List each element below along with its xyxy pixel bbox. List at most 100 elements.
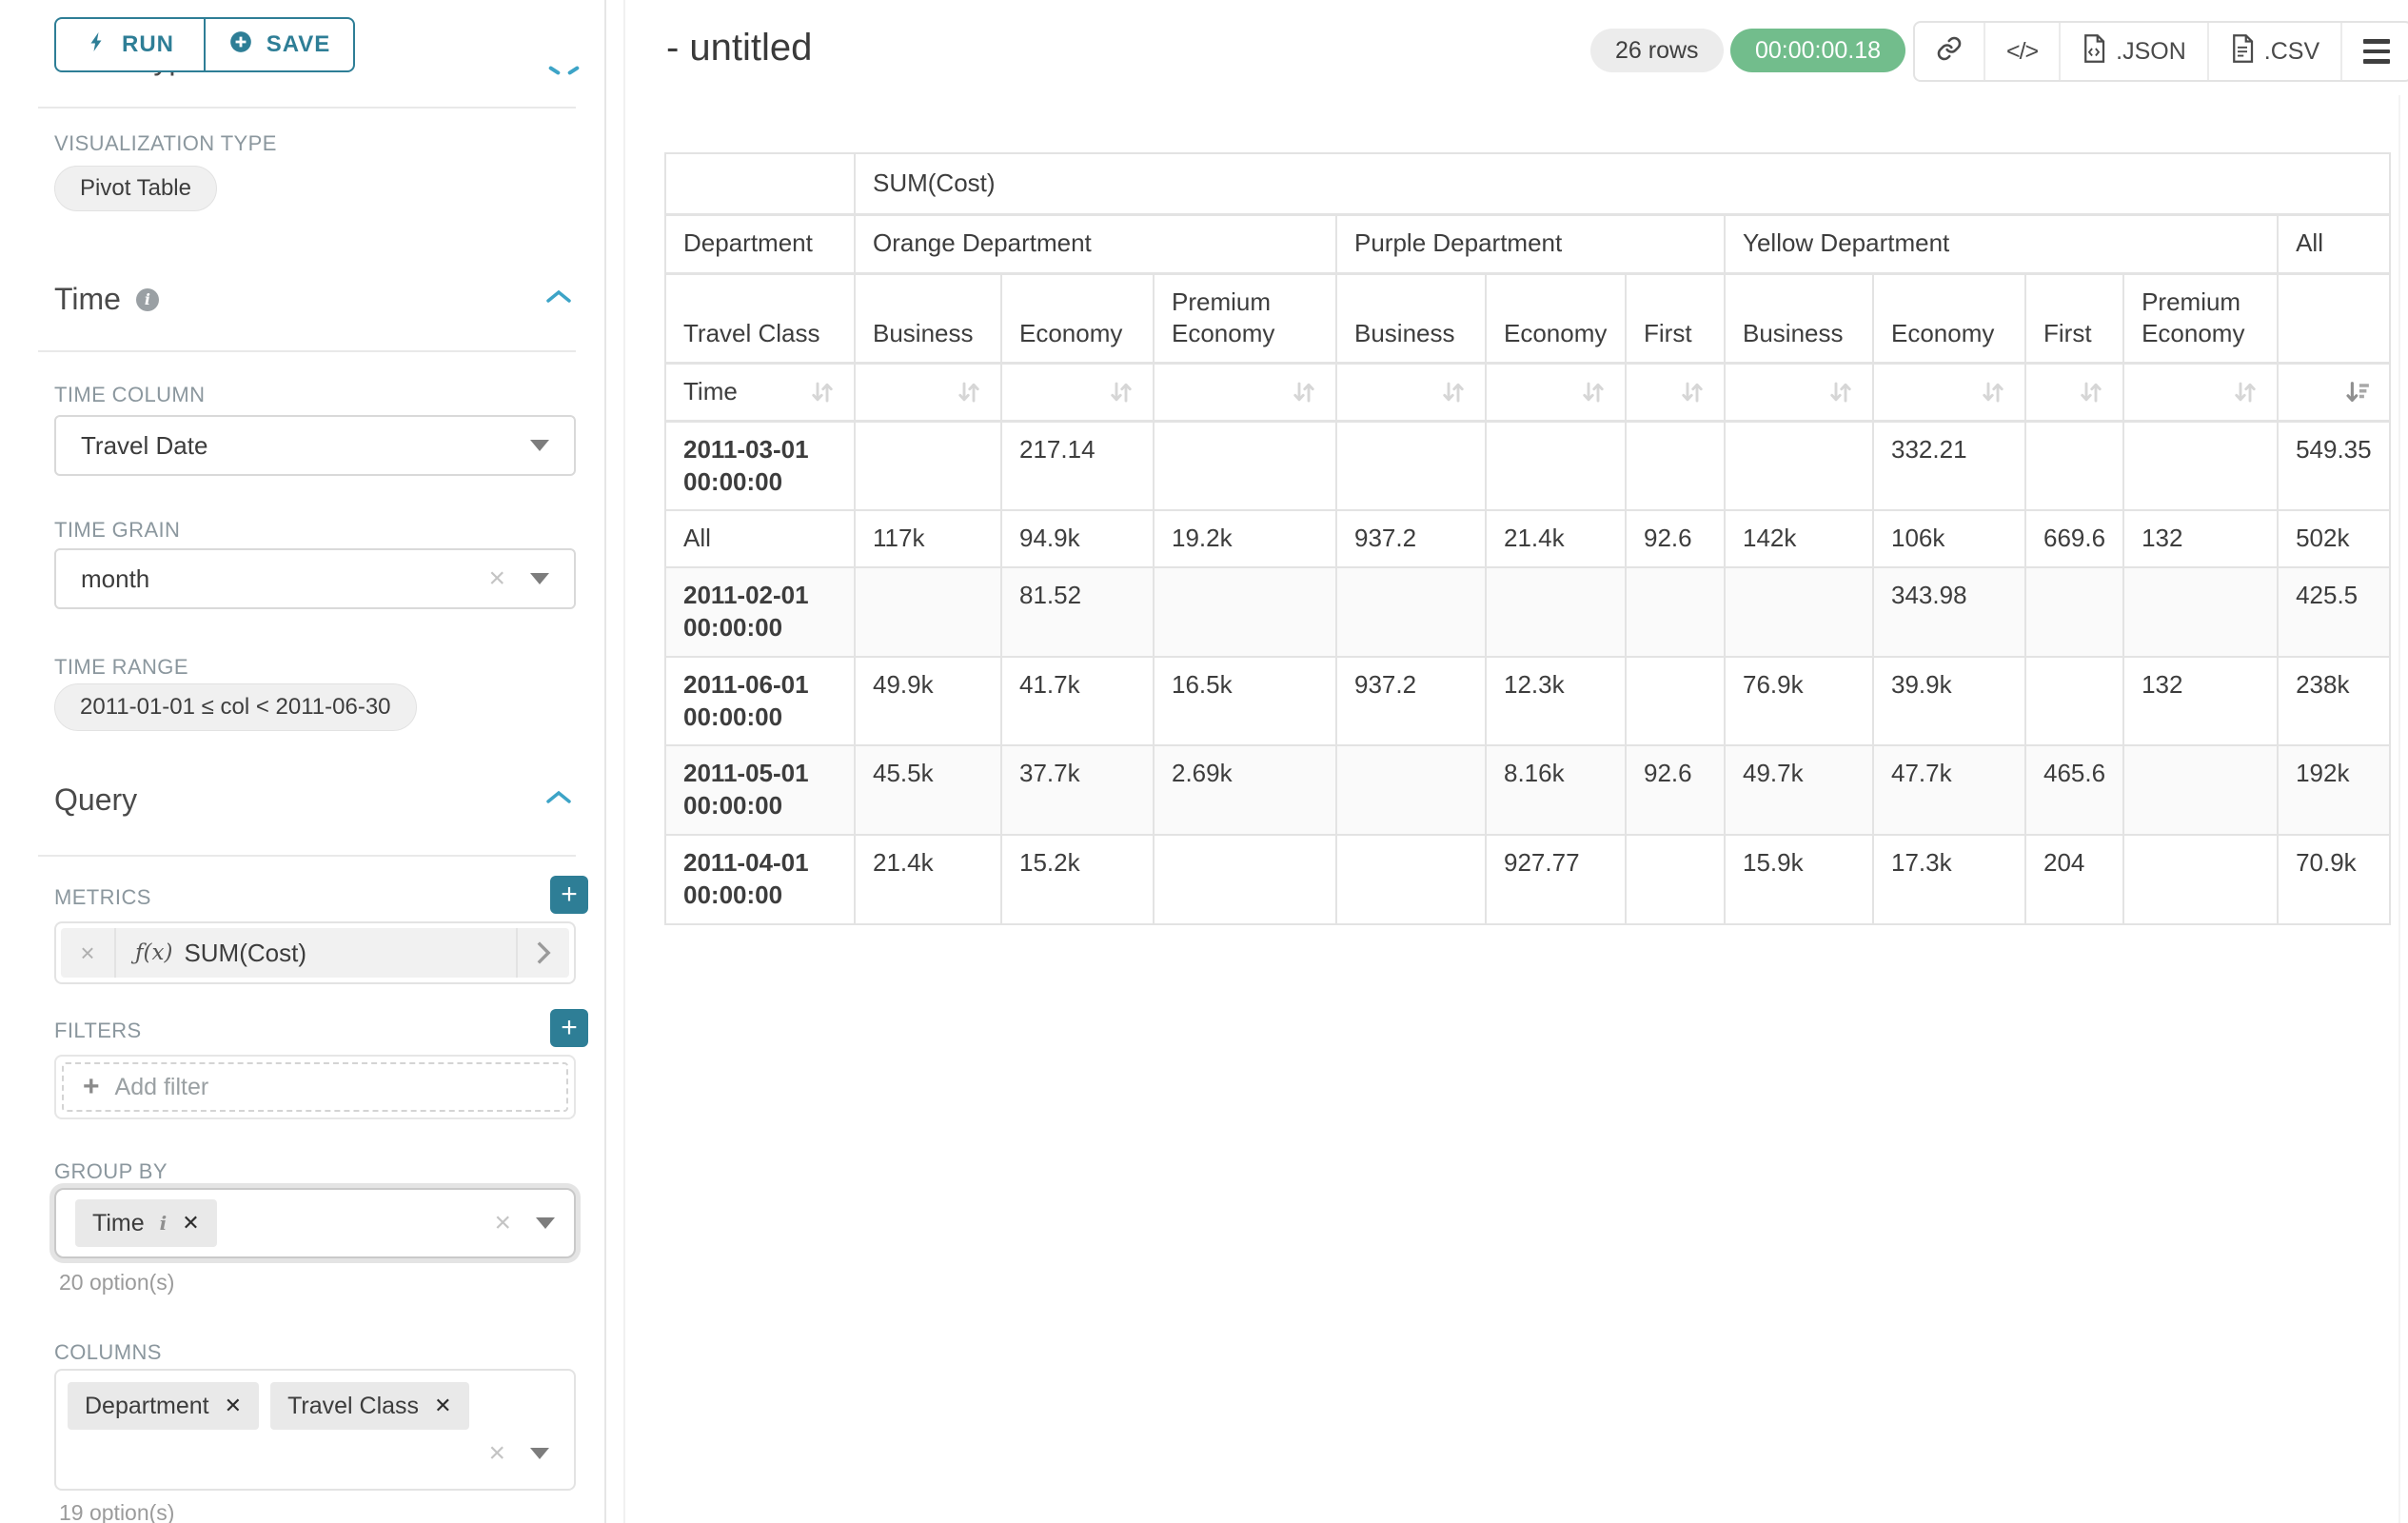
export-json-button[interactable]: .JSON [2061,23,2209,80]
pivot-cell: 132 [2123,510,2278,567]
pivot-sort-header[interactable] [1873,364,2025,422]
columns-chip-department[interactable]: Department ✕ [68,1382,259,1430]
pivot-cell: 343.98 [1873,567,2025,657]
run-button[interactable]: RUN [54,17,205,72]
pivot-sort-header[interactable] [1725,364,1873,422]
time-column-select[interactable]: Travel Date [54,415,576,476]
save-button[interactable]: SAVE [205,17,355,72]
pivot-row: 2011-05-01 00:00:0045.5k37.7k2.69k8.16k9… [665,745,2390,835]
pivot-cell [2025,657,2123,746]
sort-icon[interactable] [1107,378,1135,406]
pivot-column-header: Economy [1486,273,1626,364]
pivot-sort-header[interactable] [1154,364,1336,422]
pivot-cell: 16.5k [1154,657,1336,746]
columns-chip-travel-class[interactable]: Travel Class ✕ [270,1382,468,1430]
row-count-badge: 26 rows [1590,29,1724,72]
export-csv-button[interactable]: .CSV [2209,23,2342,80]
query-collapse-icon[interactable] [544,788,573,807]
pivot-sort-header[interactable] [2025,364,2123,422]
pivot-cell [1336,835,1486,924]
export-json-label: .JSON [2116,38,2186,66]
pivot-cell: 192k [2278,745,2390,835]
pivot-row: 2011-02-01 00:00:0081.52343.98425.5 [665,567,2390,657]
chip-close-icon[interactable]: ✕ [225,1394,242,1418]
sort-icon[interactable] [955,378,983,406]
metrics-field[interactable]: × ƒ(x) SUM(Cost) [54,921,576,984]
clear-icon[interactable]: × [488,1439,505,1468]
sort-icon[interactable] [1290,378,1318,406]
viz-type-pill[interactable]: Pivot Table [54,166,217,211]
chevron-down-icon[interactable] [530,573,549,584]
metric-chip[interactable]: × ƒ(x) SUM(Cost) [61,928,569,978]
time-grain-select[interactable]: month × [54,548,576,609]
add-metric-button[interactable]: + [550,876,588,914]
pivot-cell: 142k [1725,510,1873,567]
pivot-sort-header[interactable] [2123,364,2278,422]
pivot-cell: 92.6 [1626,510,1725,567]
pivot-sort-header[interactable] [1626,364,1725,422]
pivot-cell: 465.6 [2025,745,2123,835]
pivot-cell [1725,421,1873,510]
export-button-group: </> .JSON .CSV [1913,21,2408,82]
chevron-down-icon[interactable] [530,1448,549,1459]
pivot-cell: 76.9k [1725,657,1873,746]
pivot-cell: 19.2k [1154,510,1336,567]
group-by-select[interactable]: Time i ✕ × [54,1188,576,1258]
sort-icon[interactable] [1979,378,2007,406]
chart-title[interactable]: - untitled [666,27,812,69]
run-button-label: RUN [122,31,174,58]
pivot-cell: 41.7k [1001,657,1154,746]
view-query-button[interactable]: </> [1985,23,2061,80]
panel-resizer[interactable] [623,0,625,1523]
scrollbar-track[interactable] [2398,95,2400,1523]
file-code-icon [2082,34,2106,69]
pivot-cell: 70.9k [2278,835,2390,924]
add-filter-plus-button[interactable]: + [550,1009,588,1047]
group-by-chip-time[interactable]: Time i ✕ [75,1199,217,1247]
chevron-down-icon[interactable] [536,1217,555,1229]
chevron-right-icon[interactable] [516,928,569,978]
pivot-sort-header[interactable] [1336,364,1486,422]
sort-icon[interactable] [2231,378,2260,406]
chevron-down-icon[interactable] [530,440,549,451]
copy-link-button[interactable] [1915,23,1985,80]
columns-select[interactable]: Department ✕ Travel Class ✕ × [54,1369,576,1491]
sort-icon[interactable] [2077,378,2105,406]
link-icon [1936,35,1963,69]
pivot-cell: 21.4k [1486,510,1626,567]
time-collapse-icon[interactable] [544,287,573,307]
remove-metric-icon[interactable]: × [61,928,116,978]
sort-icon[interactable] [1579,378,1608,406]
time-range-pill[interactable]: 2011-01-01 ≤ col < 2011-06-30 [54,683,417,731]
sort-icon[interactable] [1678,378,1707,406]
pivot-sort-header[interactable] [2278,364,2390,422]
pivot-metric-header: SUM(Cost) [855,153,2390,214]
pivot-cell [1154,835,1336,924]
pivot-cell: 15.2k [1001,835,1154,924]
sort-icon[interactable] [808,378,837,406]
chip-close-icon[interactable]: ✕ [182,1211,199,1236]
clear-icon[interactable]: × [494,1209,511,1237]
filters-label: FILTERS [54,1019,142,1043]
metric-label: SUM(Cost) [184,939,306,968]
sort-icon[interactable] [1826,378,1855,406]
chip-close-icon[interactable]: ✕ [434,1394,451,1418]
pivot-sort-header[interactable] [855,364,1001,422]
add-filter-label: Add filter [115,1074,209,1101]
pivot-sort-header[interactable] [1486,364,1626,422]
pivot-cell: 238k [2278,657,2390,746]
pivot-column-header [2278,273,2390,364]
pivot-row: 2011-06-01 00:00:0049.9k41.7k16.5k937.21… [665,657,2390,746]
more-options-button[interactable] [2342,23,2408,80]
pivot-time-header[interactable]: Time [665,364,855,422]
plus-icon: + [83,1071,100,1103]
chip-label: Time [92,1210,145,1237]
pivot-cell [1336,421,1486,510]
pivot-row: All117k94.9k19.2k937.221.4k92.6142k106k6… [665,510,2390,567]
clear-icon[interactable]: × [488,564,505,593]
pivot-sort-header[interactable] [1001,364,1154,422]
add-filter-button[interactable]: + Add filter [62,1062,568,1112]
sort-desc-icon[interactable] [2343,378,2372,406]
pivot-cell [855,567,1001,657]
sort-icon[interactable] [1439,378,1468,406]
